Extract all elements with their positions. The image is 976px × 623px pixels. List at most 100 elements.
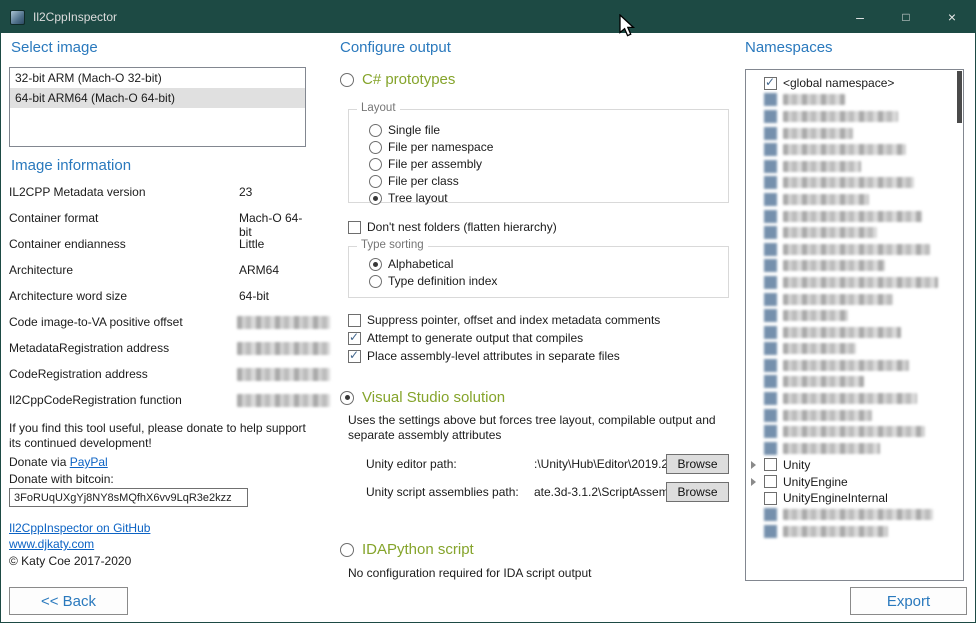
namespace-checkbox[interactable] <box>764 293 777 306</box>
namespace-checkbox[interactable] <box>764 442 777 455</box>
namespace-item[interactable] <box>746 141 953 158</box>
output-option-checkbox[interactable]: Suppress pointer, offset and index metad… <box>348 312 660 328</box>
namespace-item[interactable] <box>746 390 953 407</box>
close-button[interactable]: × <box>929 1 975 33</box>
expander-icon[interactable] <box>751 475 764 489</box>
radio-icon <box>369 141 382 154</box>
namespace-checkbox[interactable] <box>764 210 777 223</box>
namespace-checkbox[interactable] <box>764 143 777 156</box>
namespace-item[interactable] <box>746 92 953 109</box>
namespaces-tree[interactable]: <global namespace> <box>745 69 964 581</box>
namespace-checkbox[interactable] <box>764 392 777 405</box>
namespace-checkbox[interactable] <box>764 93 777 106</box>
namespace-item[interactable]: <global namespace> <box>746 75 953 92</box>
namespace-item[interactable]: UnityEngine <box>746 473 953 490</box>
namespace-checkbox[interactable] <box>764 359 777 372</box>
layout-option[interactable]: Single file <box>369 122 728 138</box>
visual-studio-solution-radio[interactable]: Visual Studio solution <box>340 389 505 406</box>
output-option-checkbox[interactable]: Attempt to generate output that compiles <box>348 330 660 346</box>
bitcoin-address-input[interactable] <box>9 488 248 507</box>
namespace-checkbox[interactable] <box>764 226 777 239</box>
radio-icon <box>369 258 382 271</box>
namespace-checkbox[interactable] <box>764 342 777 355</box>
layout-option[interactable]: File per namespace <box>369 139 728 155</box>
namespace-item[interactable] <box>746 208 953 225</box>
namespace-checkbox[interactable] <box>764 326 777 339</box>
namespace-checkbox[interactable] <box>764 458 777 471</box>
layout-option[interactable]: File per class <box>369 173 728 189</box>
namespace-checkbox[interactable] <box>764 309 777 322</box>
namespace-item[interactable] <box>746 274 953 291</box>
sorting-option[interactable]: Alphabetical <box>369 256 728 272</box>
type-sorting-group-label: Type sorting <box>357 239 428 251</box>
csharp-prototypes-radio[interactable]: C# prototypes <box>340 71 455 88</box>
export-button[interactable]: Export <box>850 587 967 615</box>
image-listbox[interactable]: 32-bit ARM (Mach-O 32-bit) 64-bit ARM64 … <box>9 67 306 147</box>
radio-icon <box>340 73 354 87</box>
namespace-item[interactable] <box>746 506 953 523</box>
maximize-button[interactable]: □ <box>883 1 929 33</box>
github-link[interactable]: Il2CppInspector on GitHub <box>9 521 150 535</box>
unity-editor-path-value[interactable]: :\Unity\Hub\Editor\2019.2.8f1 <box>534 457 666 471</box>
radio-icon <box>340 543 354 557</box>
namespace-item[interactable] <box>746 241 953 258</box>
image-info-table: IL2CPP Metadata version 23 Container for… <box>9 185 309 419</box>
namespace-item[interactable]: UnityEngineInternal <box>746 490 953 507</box>
namespace-checkbox[interactable] <box>764 425 777 438</box>
namespace-item[interactable] <box>746 125 953 142</box>
namespace-checkbox[interactable] <box>764 110 777 123</box>
image-list-item[interactable]: 32-bit ARM (Mach-O 32-bit) <box>10 68 305 88</box>
redacted-namespace <box>783 211 922 222</box>
namespace-checkbox[interactable] <box>764 475 777 488</box>
type-sorting-groupbox: Type sorting Alphabetical Type definitio… <box>348 246 729 298</box>
browse-unity-editor-button[interactable]: Browse <box>666 454 729 474</box>
sorting-option[interactable]: Type definition index <box>369 273 728 289</box>
namespace-item[interactable] <box>746 374 953 391</box>
namespace-checkbox[interactable] <box>764 492 777 505</box>
namespace-item[interactable] <box>746 224 953 241</box>
namespace-item[interactable] <box>746 158 953 175</box>
image-list-item[interactable]: 64-bit ARM64 (Mach-O 64-bit) <box>10 88 305 108</box>
redacted-namespace <box>783 194 869 205</box>
namespace-item[interactable] <box>746 523 953 540</box>
namespace-item[interactable] <box>746 440 953 457</box>
paypal-link[interactable]: PayPal <box>70 455 108 469</box>
namespace-item[interactable] <box>746 423 953 440</box>
namespace-item[interactable] <box>746 307 953 324</box>
namespace-checkbox[interactable] <box>764 508 777 521</box>
idapython-script-radio[interactable]: IDAPython script <box>340 541 474 558</box>
back-button[interactable]: << Back <box>9 587 128 615</box>
namespace-item[interactable]: Unity <box>746 457 953 474</box>
namespace-checkbox[interactable] <box>764 409 777 422</box>
namespace-item[interactable] <box>746 258 953 275</box>
expander-icon[interactable] <box>751 458 764 472</box>
flatten-hierarchy-checkbox[interactable]: Don't nest folders (flatten hierarchy) <box>348 219 557 235</box>
layout-option[interactable]: File per assembly <box>369 156 728 172</box>
namespace-checkbox[interactable] <box>764 127 777 140</box>
namespace-checkbox[interactable] <box>764 160 777 173</box>
minimize-button[interactable]: – <box>837 1 883 33</box>
namespace-item[interactable] <box>746 407 953 424</box>
website-link[interactable]: www.djkaty.com <box>9 537 94 551</box>
namespace-item[interactable] <box>746 357 953 374</box>
info-row: MetadataRegistration address <box>9 341 309 367</box>
namespace-checkbox[interactable] <box>764 525 777 538</box>
output-option-checkbox[interactable]: Place assembly-level attributes in separ… <box>348 348 660 364</box>
namespace-item[interactable] <box>746 175 953 192</box>
namespace-checkbox[interactable] <box>764 276 777 289</box>
namespace-item[interactable] <box>746 341 953 358</box>
namespace-checkbox[interactable] <box>764 176 777 189</box>
namespace-checkbox[interactable] <box>764 259 777 272</box>
namespace-checkbox[interactable] <box>764 193 777 206</box>
namespace-item[interactable] <box>746 108 953 125</box>
namespace-checkbox[interactable] <box>764 77 777 90</box>
namespace-item[interactable] <box>746 191 953 208</box>
browse-unity-assemblies-button[interactable]: Browse <box>666 482 729 502</box>
scrollbar-thumb[interactable] <box>957 71 962 123</box>
namespace-item[interactable] <box>746 324 953 341</box>
namespace-checkbox[interactable] <box>764 375 777 388</box>
layout-option[interactable]: Tree layout <box>369 190 728 206</box>
unity-assemblies-path-value[interactable]: ate.3d-3.1.2\ScriptAssemblies <box>534 485 666 499</box>
namespace-item[interactable] <box>746 291 953 308</box>
namespace-checkbox[interactable] <box>764 243 777 256</box>
